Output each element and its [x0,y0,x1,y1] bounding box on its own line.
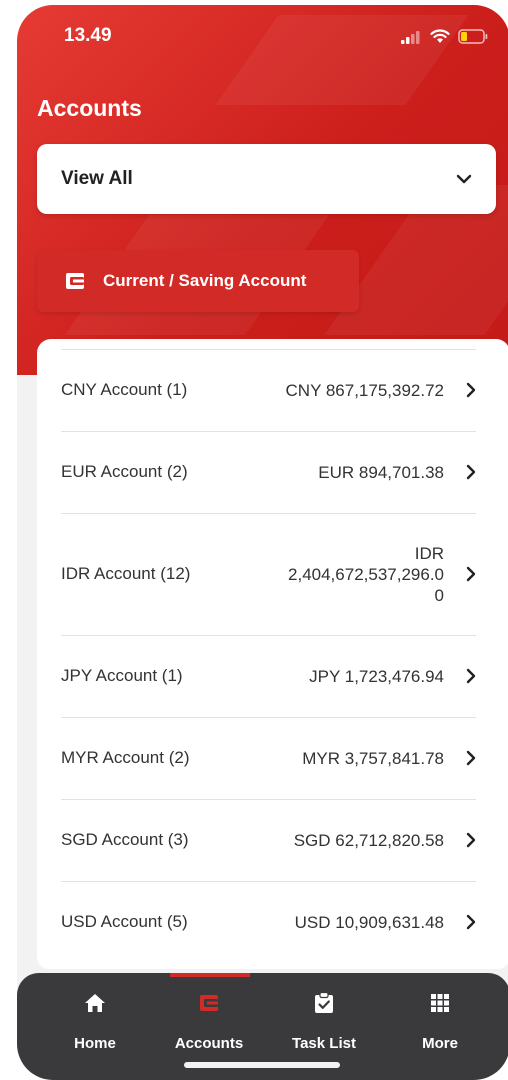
account-balance: SGD 62,712,820.58 [293,830,444,850]
chevron-right-icon [444,832,476,848]
nav-accounts[interactable]: Accounts [151,989,267,1052]
balance-line: 0 [434,585,444,605]
tab-label: Current / Saving Account [103,271,307,290]
nav-task-list[interactable]: Task List [266,989,382,1052]
battery-icon [458,29,488,44]
phone-screen: 13.49 Accounts View All Current / Saving… [17,5,508,1080]
balance-line: 2,404,672,537,296.0 [288,564,444,584]
home-icon [37,989,153,1017]
chevron-right-icon [444,464,476,480]
status-time: 13.49 [64,25,112,46]
nav-label: Accounts [174,1035,244,1052]
nav-label: Home [74,1035,116,1052]
account-name: CNY Account (1) [61,380,188,399]
account-name: MYR Account (2) [61,748,190,767]
filter-selected-value: View All [61,168,133,189]
account-filter-dropdown[interactable]: View All [37,144,496,214]
chevron-down-icon [456,174,472,184]
status-icons [400,29,488,44]
chevron-right-icon [444,668,476,684]
wifi-icon [430,29,450,43]
nav-home[interactable]: Home [37,989,153,1052]
account-balance: USD 10,909,631.48 [294,912,444,932]
accounts-list: CNY Account (1) CNY 867,175,392.72 EUR A… [37,339,508,969]
account-name: JPY Account (1) [61,666,183,685]
grid-icon [382,989,498,1017]
account-row-idr[interactable]: IDR Account (12) IDR 2,404,672,537,296.0… [61,513,476,634]
nav-label: More [422,1035,458,1052]
clipboard-check-icon [266,989,382,1017]
account-balance: IDR 2,404,672,537,296.0 0 [251,543,444,606]
account-row-myr[interactable]: MYR Account (2) MYR 3,757,841.78 [61,717,476,798]
account-balance: CNY 867,175,392.72 [285,380,444,400]
account-name: USD Account (5) [61,912,188,931]
signal-icon [401,30,420,44]
account-balance: EUR 894,701.38 [318,462,444,482]
wallet-icon [151,989,267,1017]
chevron-right-icon [444,566,476,582]
account-row-jpy[interactable]: JPY Account (1) JPY 1,723,476.94 [61,635,476,716]
account-row-cny[interactable]: CNY Account (1) CNY 867,175,392.72 [61,349,476,430]
account-name: EUR Account (2) [61,462,188,481]
nav-more[interactable]: More [382,989,498,1052]
status-bar: 13.49 [17,25,508,55]
chevron-right-icon [444,914,476,930]
wallet-icon [65,272,85,290]
header-banner: 13.49 Accounts View All Current / Saving… [17,5,508,375]
account-row-eur[interactable]: EUR Account (2) EUR 894,701.38 [61,431,476,512]
home-indicator-bar[interactable] [184,1062,340,1068]
chevron-right-icon [444,382,476,398]
account-name: SGD Account (3) [61,830,189,849]
nav-label: Task List [292,1035,356,1052]
active-tab-indicator [170,973,250,977]
account-row-usd[interactable]: USD Account (5) USD 10,909,631.48 [61,881,476,962]
chevron-right-icon [444,750,476,766]
page-title: Accounts [37,95,142,121]
account-balance: MYR 3,757,841.78 [302,748,444,768]
account-name: IDR Account (12) [61,564,191,583]
account-row-sgd[interactable]: SGD Account (3) SGD 62,712,820.58 [61,799,476,880]
balance-line: IDR [414,543,444,563]
current-saving-account-tab[interactable]: Current / Saving Account [37,250,359,312]
account-balance: JPY 1,723,476.94 [309,666,444,686]
